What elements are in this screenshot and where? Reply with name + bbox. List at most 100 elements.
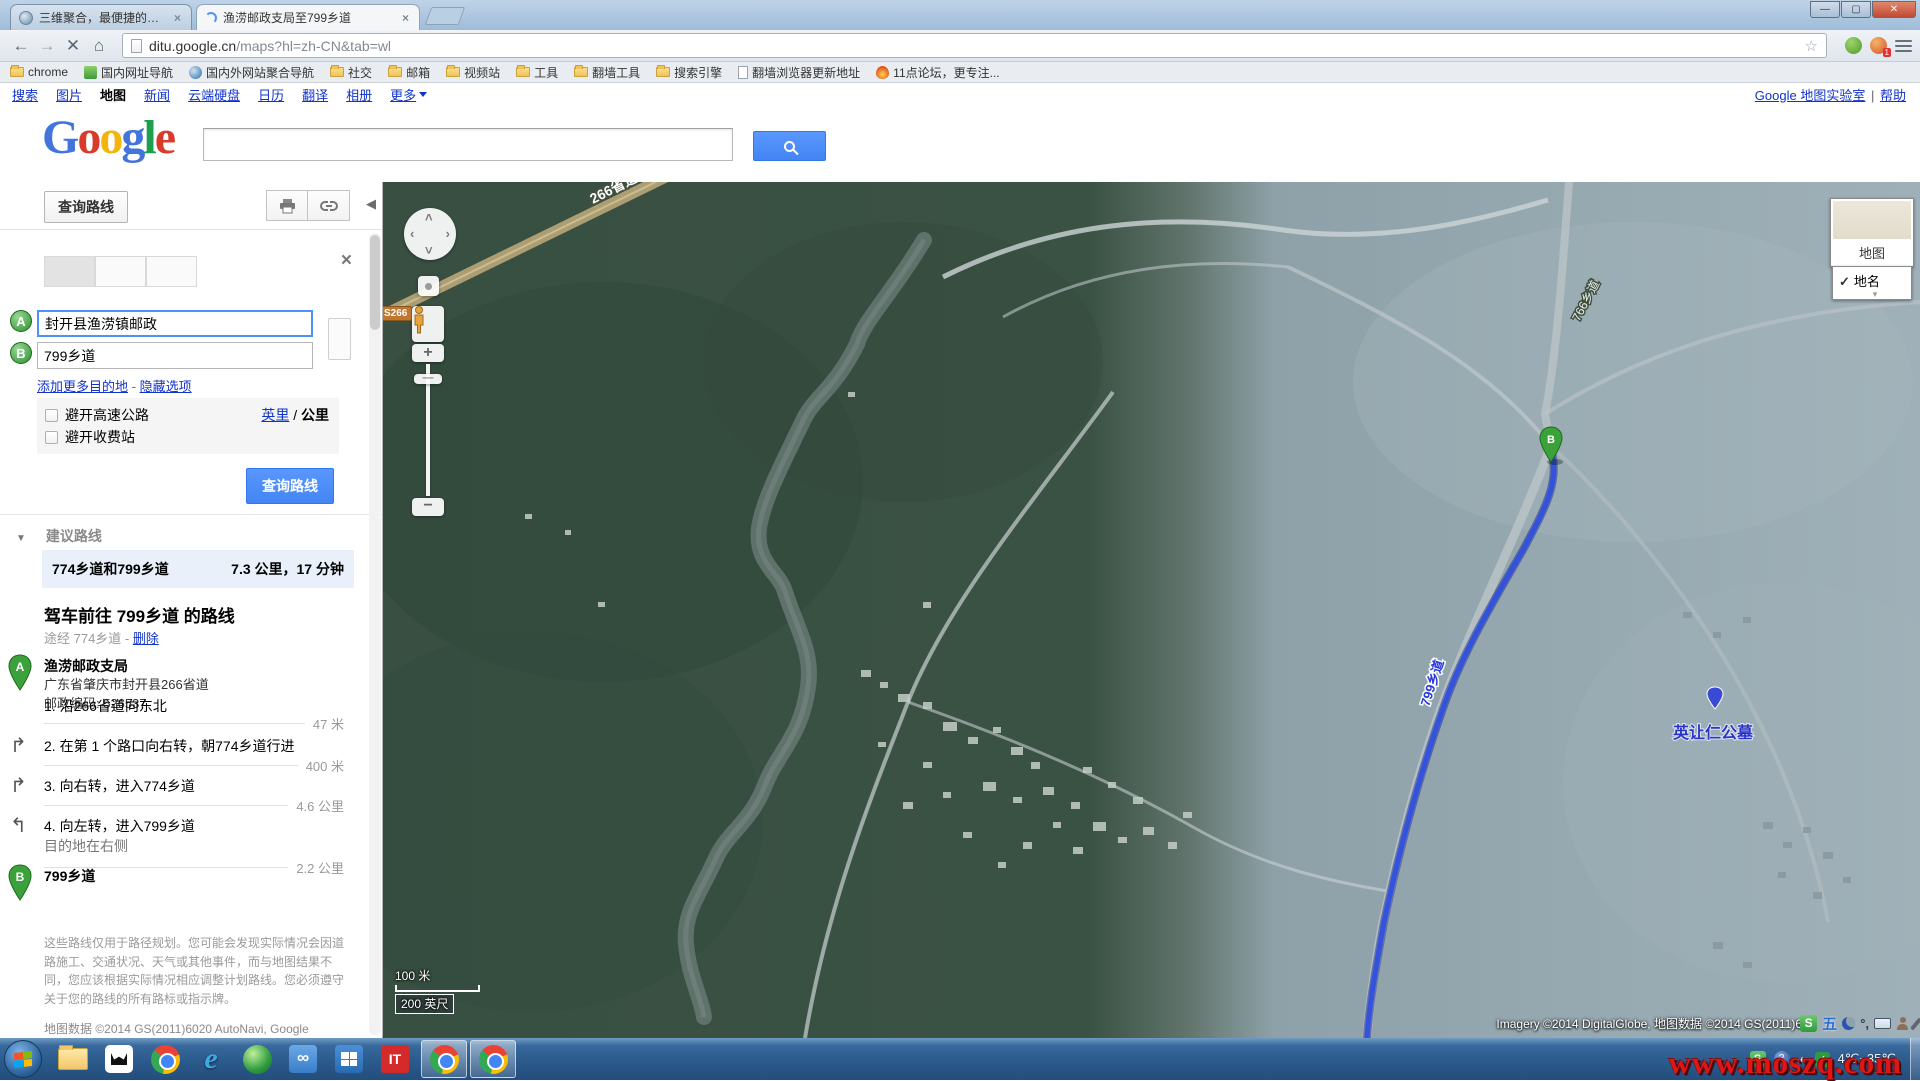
- step-3[interactable]: 3. 向右转，进入774乡道: [44, 776, 344, 796]
- zoom-out-button[interactable]: −: [412, 498, 444, 516]
- bookmark-item[interactable]: 国内网址导航: [84, 64, 173, 81]
- step-2[interactable]: 2. 在第 1 个路口向右转，朝774乡道行进: [44, 736, 344, 756]
- bookmark-folder[interactable]: 工具: [516, 64, 558, 81]
- skin-icon[interactable]: [1896, 1017, 1909, 1030]
- nav-photos[interactable]: 相册: [346, 85, 372, 104]
- home-button[interactable]: ⌂: [86, 36, 112, 56]
- wubi-icon[interactable]: 五: [1822, 1013, 1837, 1034]
- pan-control[interactable]: ˄ ˅ ‹ ›: [404, 208, 456, 260]
- taskbar-chrome-window-1[interactable]: [421, 1040, 467, 1078]
- avoid-highways-checkbox[interactable]: [45, 409, 58, 422]
- bookmark-item[interactable]: 11点论坛，更专注...: [876, 64, 999, 81]
- nav-more[interactable]: 更多: [390, 85, 427, 104]
- input-method-bar[interactable]: S 五 °,: [1800, 1013, 1918, 1034]
- nav-news[interactable]: 新闻: [144, 85, 170, 104]
- address-bar[interactable]: ditu.google.cn /maps?hl=zh-CN&tab=wl ☆: [122, 33, 1827, 58]
- get-directions-submit-button[interactable]: 查询路线: [246, 468, 334, 504]
- suggested-routes-header[interactable]: ▼建议路线: [16, 526, 356, 546]
- bookmark-folder[interactable]: 搜索引擎: [656, 64, 722, 81]
- mode-tab-driving[interactable]: [44, 256, 95, 287]
- taskbar-green-browser[interactable]: [234, 1040, 280, 1078]
- get-directions-button[interactable]: 查询路线: [44, 191, 128, 223]
- mode-tab-walking[interactable]: [146, 256, 197, 287]
- nav-drive[interactable]: 云端硬盘: [188, 85, 240, 104]
- zoom-in-button[interactable]: +: [412, 344, 444, 362]
- pan-down-icon[interactable]: ˅: [425, 243, 433, 258]
- hide-options-link[interactable]: 隐藏选项: [140, 379, 192, 394]
- taskbar-explorer[interactable]: [50, 1040, 96, 1078]
- avoid-tolls-checkbox[interactable]: [45, 431, 58, 444]
- maps-labs-link[interactable]: Google 地图实验室: [1755, 88, 1866, 103]
- bookmark-folder[interactable]: 翻墙工具: [574, 64, 640, 81]
- forward-button[interactable]: →: [34, 36, 60, 56]
- taskbar-internet-explorer[interactable]: e: [188, 1040, 234, 1078]
- nav-images[interactable]: 图片: [56, 85, 82, 104]
- collapse-panel-arrow[interactable]: ◀: [366, 196, 376, 212]
- print-button[interactable]: [266, 190, 308, 221]
- pan-left-icon[interactable]: ‹: [410, 226, 414, 241]
- tab-close-icon[interactable]: ×: [172, 11, 183, 25]
- bookmark-folder[interactable]: 社交: [330, 64, 372, 81]
- bookmark-folder[interactable]: chrome: [10, 65, 68, 79]
- reset-view-button[interactable]: [418, 276, 439, 296]
- bookmark-star-icon[interactable]: ☆: [1805, 37, 1818, 55]
- nav-translate[interactable]: 翻译: [302, 85, 328, 104]
- search-input[interactable]: [203, 128, 733, 161]
- start-button[interactable]: [4, 1040, 42, 1078]
- taskbar-it-app[interactable]: IT: [372, 1040, 418, 1078]
- map-type-label[interactable]: 地图: [1831, 241, 1913, 266]
- tab-1[interactable]: 三维聚合，最便捷的国内 ×: [10, 4, 192, 30]
- chrome-menu-icon[interactable]: [1895, 40, 1912, 52]
- close-panel-icon[interactable]: ×: [341, 250, 352, 272]
- new-tab-button[interactable]: [425, 7, 466, 25]
- moon-icon[interactable]: [1842, 1017, 1855, 1030]
- scrollbar-thumb[interactable]: [370, 235, 380, 330]
- bookmark-item[interactable]: 国内外网站聚合导航: [189, 64, 314, 81]
- map-canvas[interactable]: 266省道: [383, 182, 1920, 1038]
- labels-layer-toggle[interactable]: ✓地名 ▾: [1832, 266, 1912, 300]
- step-1[interactable]: 1. 沿266省道向东北: [44, 696, 344, 716]
- pegman-streetview-control[interactable]: [412, 306, 444, 342]
- tab-2-active[interactable]: 渔涝邮政支局至799乡道 ×: [196, 4, 420, 30]
- zoom-slider-handle[interactable]: —: [414, 374, 442, 384]
- taskbar-chrome-window-2[interactable]: [470, 1040, 516, 1078]
- map-type-control[interactable]: 地图: [1830, 198, 1914, 267]
- origin-input[interactable]: [37, 310, 313, 337]
- mode-tab-transit[interactable]: [95, 256, 146, 287]
- panel-scrollbar[interactable]: [369, 233, 381, 1035]
- taskbar-baidu-cloud[interactable]: ∞: [280, 1040, 326, 1078]
- bookmark-item[interactable]: 翻墙浏览器更新地址: [738, 64, 860, 81]
- stop-button[interactable]: ✕: [60, 36, 86, 56]
- bookmark-folder[interactable]: 邮箱: [388, 64, 430, 81]
- reorder-handle[interactable]: [328, 318, 351, 360]
- miles-link[interactable]: 英里: [261, 407, 289, 423]
- minimize-button[interactable]: —: [1810, 1, 1840, 18]
- pan-right-icon[interactable]: ›: [446, 226, 450, 241]
- bookmark-folder[interactable]: 视频站: [446, 64, 500, 81]
- destination-input[interactable]: [37, 342, 313, 369]
- nav-search[interactable]: 搜索: [12, 85, 38, 104]
- add-destination-link[interactable]: 添加更多目的地: [37, 379, 128, 394]
- taskbar-metro-app[interactable]: [326, 1040, 372, 1078]
- nav-calendar[interactable]: 日历: [258, 85, 284, 104]
- extension-icon-green[interactable]: [1845, 37, 1862, 54]
- tab-close-icon[interactable]: ×: [400, 11, 411, 25]
- suggested-route-row[interactable]: 774乡道和799乡道 7.3 公里，17 分钟: [42, 550, 354, 588]
- link-button[interactable]: [308, 190, 350, 221]
- step-4[interactable]: 4. 向左转，进入799乡道: [44, 816, 344, 836]
- maximize-button[interactable]: ▢: [1841, 1, 1871, 18]
- delete-via-link[interactable]: 删除: [133, 631, 159, 646]
- taskbar-chrome[interactable]: [142, 1040, 188, 1078]
- search-button[interactable]: [753, 131, 826, 161]
- punctuation-icon[interactable]: °,: [1860, 1016, 1869, 1031]
- sogou-icon[interactable]: S: [1800, 1015, 1817, 1032]
- taskbar-foobar2000[interactable]: [96, 1040, 142, 1078]
- help-link[interactable]: 帮助: [1880, 88, 1906, 103]
- show-desktop-button[interactable]: [1910, 1038, 1920, 1080]
- soft-keyboard-icon[interactable]: [1874, 1018, 1891, 1029]
- step-4-distance: 2.2 公里: [296, 858, 344, 877]
- back-button[interactable]: ←: [8, 36, 34, 56]
- close-window-button[interactable]: ✕: [1872, 1, 1916, 18]
- extension-icon-orange[interactable]: 1: [1870, 37, 1887, 54]
- pan-up-icon[interactable]: ˄: [425, 210, 433, 225]
